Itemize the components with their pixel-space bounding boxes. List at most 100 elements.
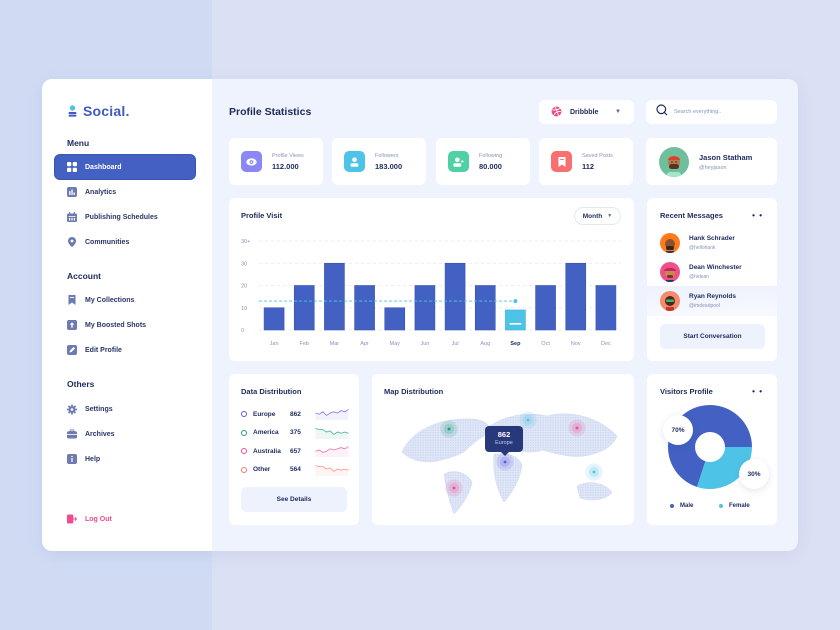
legend-dot — [241, 466, 247, 473]
data-distribution-title: Data Distribution — [241, 387, 302, 396]
see-details-button[interactable]: See Details — [241, 487, 347, 512]
message-sender-handle: @hidean — [689, 274, 710, 280]
source-select[interactable]: Dribbble ▼ — [539, 100, 634, 124]
map-marker-north-america[interactable] — [440, 420, 458, 438]
page-title: Profile Statistics — [229, 106, 312, 118]
stat-value: 183.000 — [375, 161, 403, 171]
stat-card-saved-posts[interactable]: Saved Posts 112 — [539, 138, 633, 185]
distribution-value: 862 — [290, 410, 301, 418]
sidebar-item-settings[interactable]: Settings — [55, 397, 195, 421]
x-tick-label: Aug — [480, 341, 490, 347]
map-marker-southeast-asia[interactable] — [585, 463, 603, 481]
message-sender-handle: @imdeadpool — [689, 303, 720, 309]
more-options-icon[interactable]: • • — [752, 211, 763, 220]
start-conversation-button[interactable]: Start Conversation — [660, 324, 765, 349]
sidebar-item-communities[interactable]: Communities — [55, 230, 195, 254]
x-tick-label: Apr — [360, 341, 369, 347]
stat-label: Profile Views — [272, 152, 304, 159]
search-box[interactable] — [646, 100, 777, 124]
sidebar-item-my-collections[interactable]: My Collections — [55, 288, 195, 312]
marker-center — [452, 486, 456, 490]
map-marker-europe[interactable] — [496, 453, 514, 471]
sidebar-item-label: My Collections — [85, 296, 135, 304]
search-icon — [656, 103, 668, 121]
bookmark-icon — [67, 295, 77, 305]
message-item[interactable]: Dean Winchester @hidean — [660, 262, 777, 282]
app-name: Social. — [83, 103, 130, 119]
map-marker-north-europe[interactable] — [519, 411, 537, 429]
user-plus-icon — [448, 151, 469, 172]
legend-female: Female — [719, 503, 750, 509]
user-icon — [344, 151, 365, 172]
profile-name: Jason Statham — [699, 152, 753, 162]
sparkline — [315, 464, 349, 476]
sidebar-item-label: Publishing Schedules — [85, 213, 158, 221]
section-label-others: Others — [67, 379, 95, 389]
caret-down-icon: ▼ — [615, 109, 621, 115]
bar-jun — [414, 285, 436, 331]
bar-aug — [474, 285, 496, 331]
y-tick-label: 10 — [241, 306, 247, 312]
bar-oct — [535, 285, 556, 331]
marker-center — [503, 460, 507, 464]
profile-card[interactable]: Jason Statham @heyjason — [646, 138, 777, 185]
sparkline — [315, 427, 349, 439]
search-input[interactable] — [674, 109, 769, 115]
x-tick-label: Jun — [420, 341, 429, 347]
bar-may — [384, 307, 406, 331]
profile-visit-chart: 0 10 20 30 30+ Jan Feb Mar Apr May Jun Jul Aug Sep Oct… — [241, 239, 621, 347]
stat-value: 112.000 — [272, 161, 299, 171]
sidebar-item-label: Settings — [85, 405, 113, 413]
info-icon — [67, 454, 77, 464]
bar-highlight-marker — [509, 323, 522, 325]
legend-male: Male — [670, 503, 693, 509]
y-tick-label: 20 — [241, 284, 247, 290]
calendar-icon — [67, 212, 77, 222]
sparkline — [315, 409, 349, 420]
bookmark-icon — [551, 151, 572, 172]
message-item[interactable]: Ryan Reynolds @imdeadpool — [660, 291, 777, 311]
stat-label: Saved Posts — [582, 152, 613, 159]
map-tooltip: 862 Europe — [485, 426, 523, 456]
stat-card-followers[interactable]: Followers 183.000 — [332, 138, 426, 185]
male-percent-badge: 70% — [663, 415, 693, 445]
message-sender-handle: @hellohank — [689, 245, 716, 251]
visitors-donut-chart — [668, 405, 752, 489]
logout-button[interactable]: Log Out — [55, 507, 195, 531]
marker-center — [575, 426, 579, 430]
stat-value: 112 — [582, 161, 595, 171]
x-tick-label: Sep — [510, 341, 521, 347]
sidebar-item-archives[interactable]: Archives — [55, 422, 195, 446]
distribution-row-other[interactable]: Other 564 — [241, 464, 351, 476]
x-tick-label: Dec — [601, 341, 611, 347]
sidebar-item-edit-profile[interactable]: Edit Profile — [55, 338, 195, 362]
stat-card-profile-views[interactable]: Profile Views 112.000 — [229, 138, 323, 185]
distribution-row-europe[interactable]: Europe 862 — [241, 408, 351, 420]
sidebar-item-analytics[interactable]: Analytics — [55, 180, 195, 204]
female-percent-badge: 30% — [739, 459, 769, 489]
sidebar-item-publishing-schedules[interactable]: Publishing Schedules — [55, 205, 195, 229]
map-marker-asia[interactable] — [568, 419, 586, 437]
gear-icon — [67, 404, 77, 414]
map-tooltip-label: Europe — [495, 440, 513, 446]
map-distribution-card: Map Distribution 862 Europe — [372, 374, 634, 525]
legend-dot — [670, 504, 674, 508]
distribution-value: 657 — [290, 447, 301, 455]
marker-center — [526, 418, 530, 422]
map-marker-south-america[interactable] — [445, 479, 463, 497]
average-marker-dot — [513, 299, 518, 304]
distribution-region: America — [253, 429, 279, 436]
message-item[interactable]: Hank Schrader @hellohank — [660, 233, 777, 253]
marker-center — [447, 427, 451, 431]
distribution-region: Australia — [253, 447, 281, 455]
marker-center — [592, 470, 596, 474]
stat-card-following[interactable]: Following 80.000 — [436, 138, 530, 185]
sidebar-item-my-boosted-shots[interactable]: My Boosted Shots — [55, 313, 195, 337]
app-logo[interactable]: Social. — [68, 103, 130, 119]
distribution-row-australia[interactable]: Australia 657 — [241, 445, 351, 457]
sidebar-item-help[interactable]: Help — [55, 447, 195, 471]
distribution-region: Other — [253, 466, 271, 473]
sidebar-item-dashboard[interactable]: Dashboard — [55, 155, 195, 179]
briefcase-icon — [67, 429, 77, 439]
distribution-row-america[interactable]: America 375 — [241, 427, 351, 439]
